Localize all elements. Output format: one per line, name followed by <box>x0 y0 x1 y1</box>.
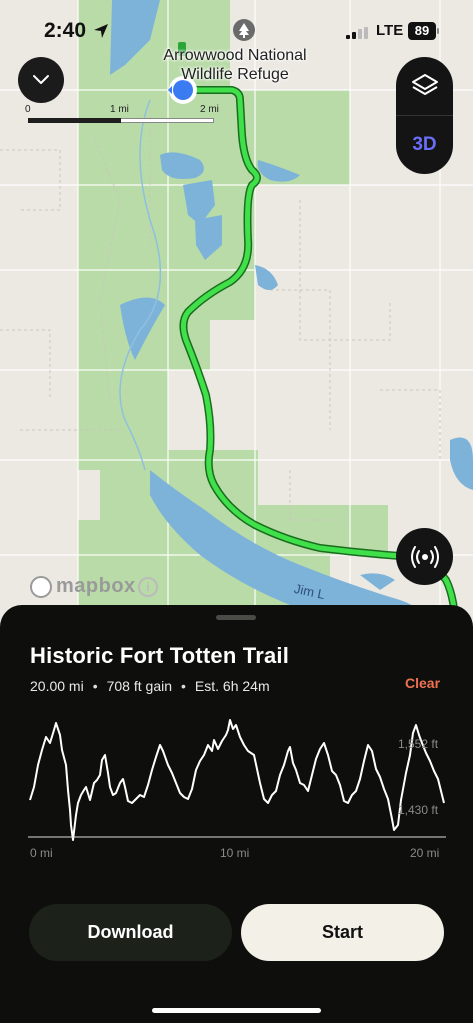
battery-icon: 89 <box>408 22 436 40</box>
scale-label-0: 0 <box>25 104 31 115</box>
3d-toggle-button[interactable]: 3D <box>396 134 453 156</box>
network-type: LTE <box>376 22 404 39</box>
mapbox-wordmark: mapbox <box>56 575 136 597</box>
trail-distance: 20.00 mi <box>30 678 84 694</box>
sheet-grabber[interactable] <box>216 615 256 620</box>
live-share-button[interactable] <box>396 528 453 585</box>
tree-icon <box>233 19 255 41</box>
elevation-min-label: 1,430 ft <box>398 803 439 817</box>
elevation-profile-chart[interactable] <box>28 715 446 865</box>
refuge-place-label[interactable]: Arrowwood National Wildlife Refuge <box>150 46 320 84</box>
map-controls: 3D <box>396 57 453 174</box>
map-view[interactable]: 2:40 LTE 89 Arrowwood National Wildlife … <box>0 0 473 640</box>
elevation-max-label: 1,552 ft <box>398 737 439 751</box>
trail-time-estimate: Est. 6h 24m <box>194 678 270 694</box>
home-indicator <box>152 1008 321 1013</box>
layers-icon[interactable] <box>410 71 440 101</box>
download-button[interactable]: Download <box>29 904 232 961</box>
x-label-mid: 10 mi <box>220 846 250 860</box>
elevation-line <box>29 719 445 841</box>
collapse-button[interactable] <box>18 57 64 103</box>
map-scale-bar: 0 1 mi 2 mi <box>22 104 222 126</box>
stats-separator: • <box>92 678 98 694</box>
scale-label-1: 1 mi <box>110 104 129 115</box>
attribution-info-icon[interactable]: i <box>138 577 158 597</box>
status-time: 2:40 <box>44 19 87 42</box>
battery-tip <box>437 28 439 34</box>
control-divider <box>396 115 453 116</box>
chevron-down-icon <box>33 75 49 84</box>
x-label-end: 20 mi <box>410 846 440 860</box>
trail-stats: 20.00 mi • 708 ft gain • Est. 6h 24m <box>30 678 270 694</box>
signal-bars-icon <box>346 27 368 39</box>
mapbox-logo-icon <box>30 576 52 598</box>
start-button[interactable]: Start <box>241 904 444 961</box>
trail-elevation-gain: 708 ft gain <box>106 678 172 694</box>
broadcast-icon <box>411 546 439 568</box>
clear-button[interactable]: Clear <box>405 675 440 691</box>
x-label-start: 0 mi <box>30 846 53 860</box>
trail-title: Historic Fort Totten Trail <box>30 643 290 668</box>
trail-bottom-sheet: Historic Fort Totten Trail 20.00 mi • 708 … <box>0 605 473 1023</box>
scale-bar-segment <box>28 118 121 123</box>
scale-label-2: 2 mi <box>200 104 219 115</box>
stats-separator: • <box>181 678 186 694</box>
location-arrow-icon <box>94 24 108 38</box>
